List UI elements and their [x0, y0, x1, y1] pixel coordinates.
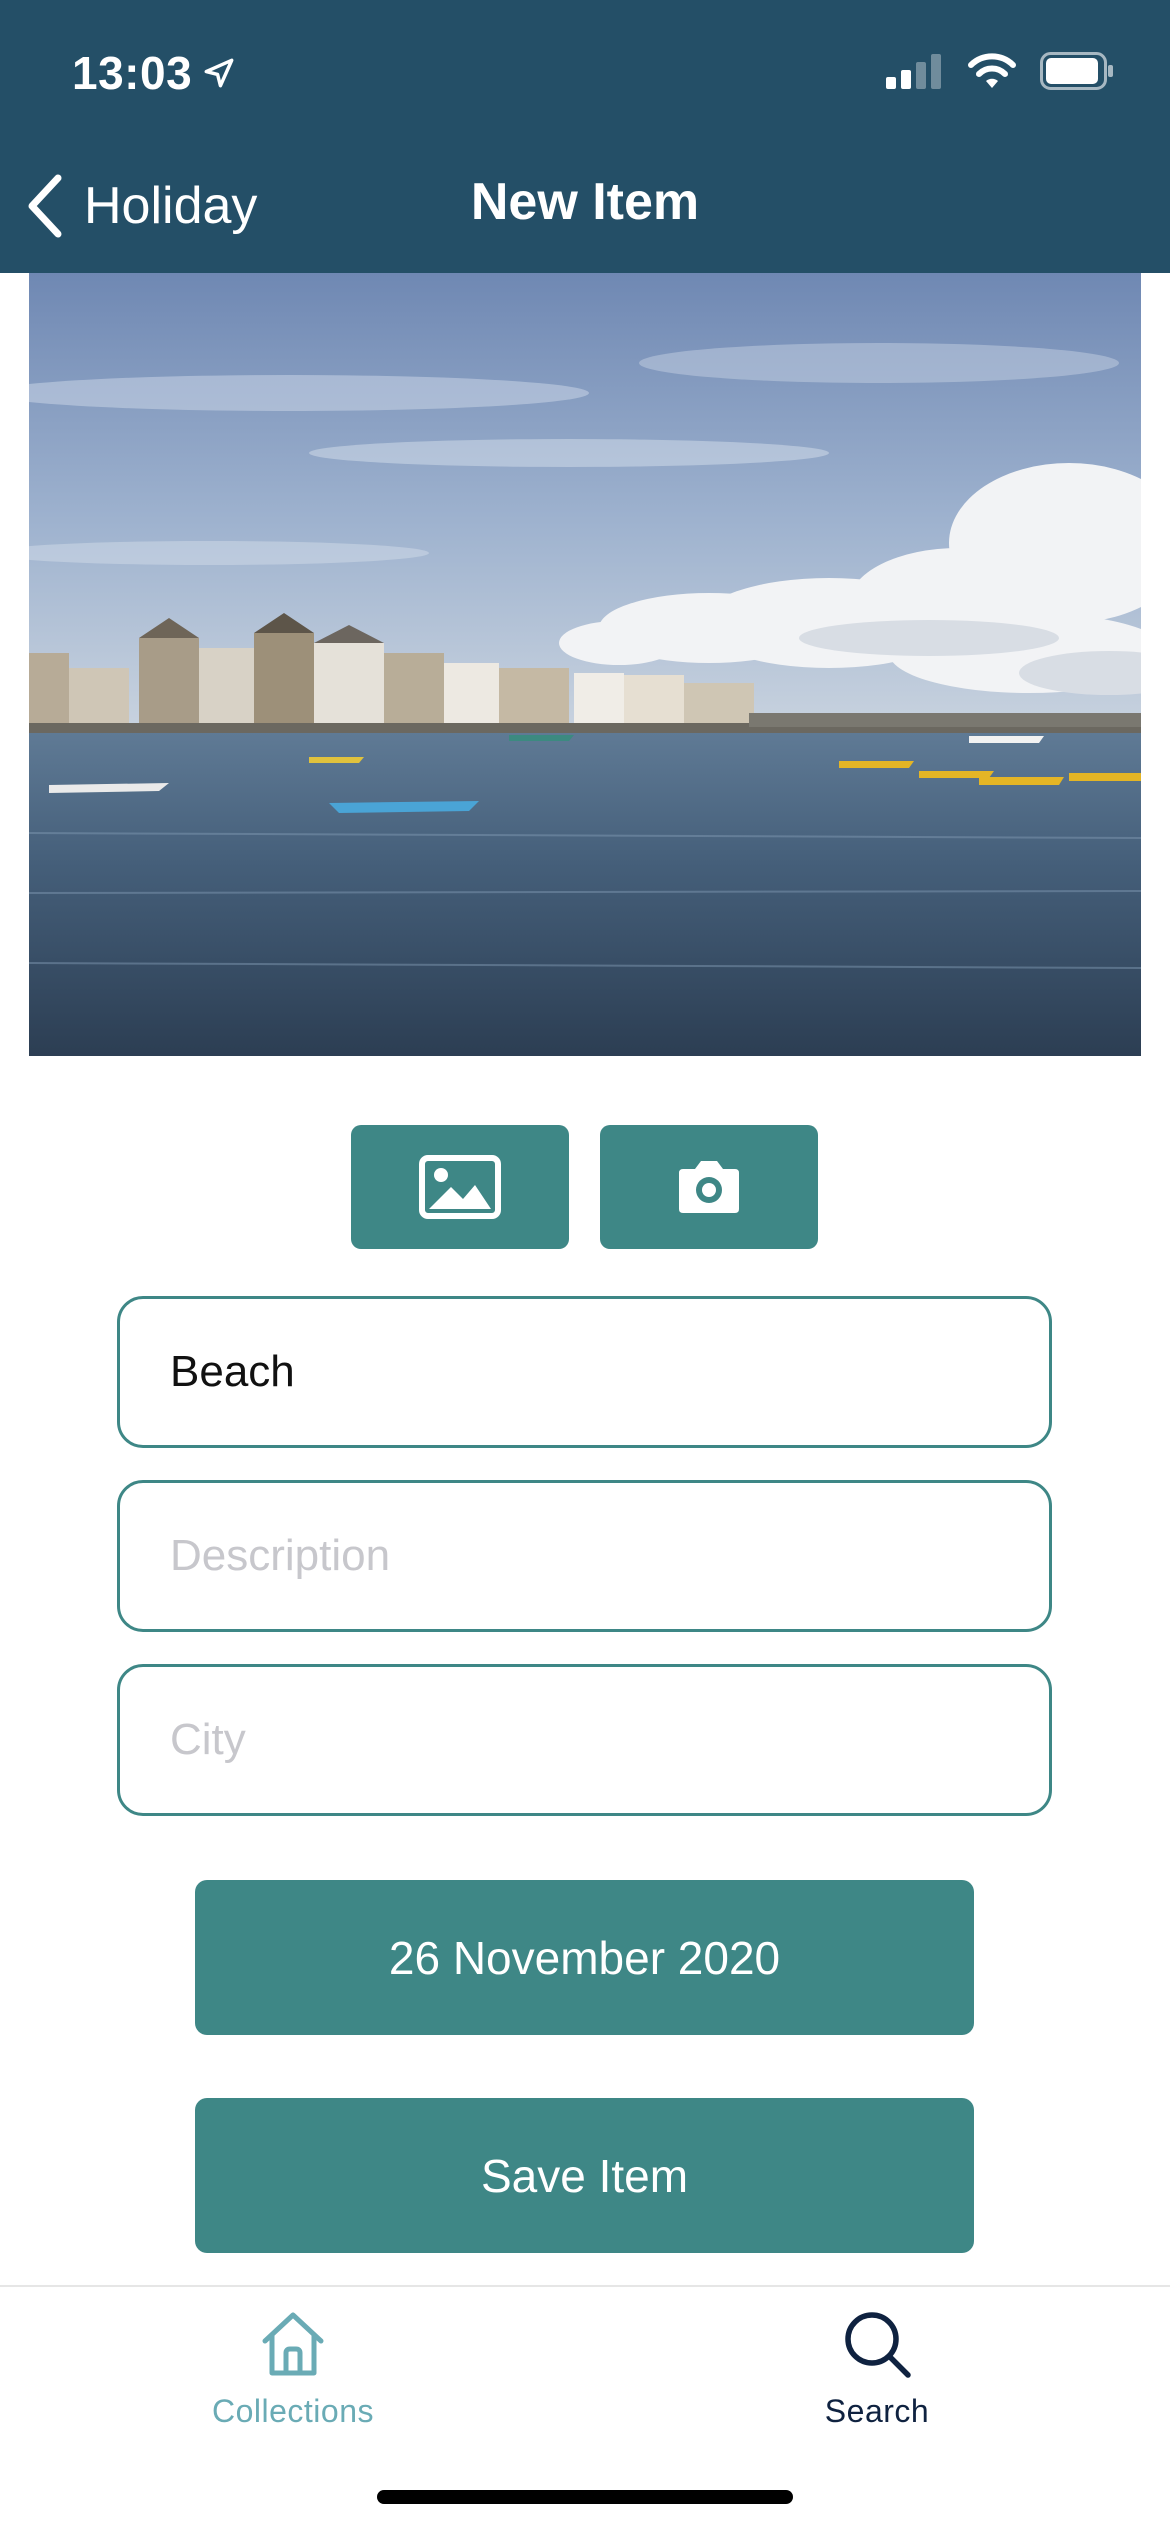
camera-icon [679, 1161, 739, 1213]
take-photo-button[interactable] [600, 1125, 818, 1249]
search-icon [845, 2312, 911, 2378]
choose-photo-button[interactable] [351, 1125, 569, 1249]
home-icon [262, 2312, 324, 2376]
status-time: 13:03 [72, 46, 236, 100]
title-input[interactable] [170, 1347, 999, 1397]
image-gallery-icon [419, 1155, 501, 1219]
city-input[interactable] [170, 1715, 999, 1765]
description-input[interactable] [170, 1531, 999, 1581]
location-arrow-icon [204, 58, 234, 88]
date-picker-button[interactable]: 26 November 2020 [195, 1880, 974, 2035]
cellular-signal-icon [886, 54, 941, 89]
title-field[interactable] [117, 1296, 1052, 1448]
status-icons [886, 52, 1114, 90]
status-time-text: 13:03 [72, 47, 193, 99]
tab-search[interactable]: Search [727, 2309, 1027, 2430]
tab-collections[interactable]: Collections [143, 2309, 443, 2430]
city-field[interactable] [117, 1664, 1052, 1816]
battery-icon [1040, 52, 1113, 90]
tab-search-label: Search [824, 2393, 930, 2429]
home-indicator[interactable] [377, 2490, 793, 2504]
navigation-header: 13:03 Holiday New Item [0, 0, 1170, 273]
description-field[interactable] [117, 1480, 1052, 1632]
save-item-button[interactable]: Save Item [195, 2098, 974, 2253]
wifi-icon [968, 53, 1016, 88]
tab-collections-label: Collections [211, 2393, 374, 2429]
harbour-photo [29, 273, 1141, 1056]
page-title: New Item [470, 173, 700, 231]
